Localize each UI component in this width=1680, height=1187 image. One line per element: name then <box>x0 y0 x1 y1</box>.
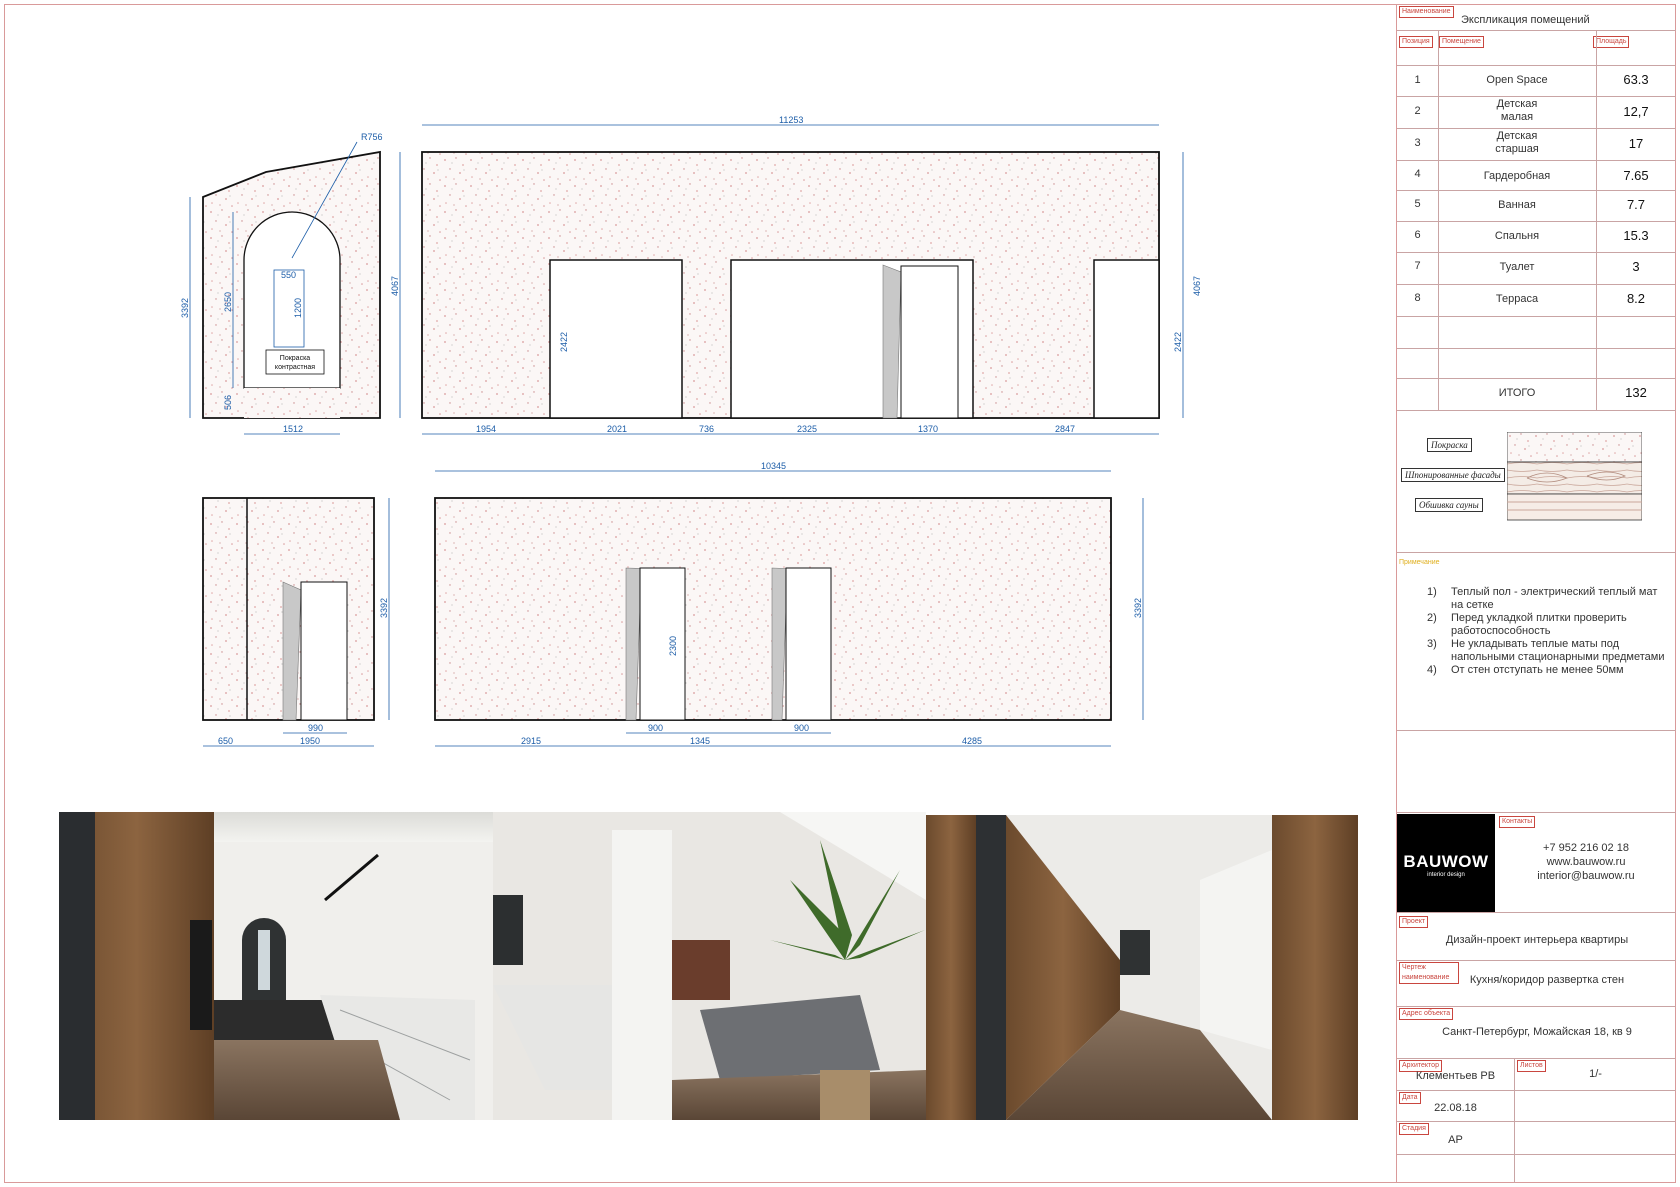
project-tag: Проект <box>1399 916 1429 928</box>
seg-dim-3: 736 <box>699 424 714 434</box>
contact-email: interior@bauwow.ru <box>1537 870 1635 882</box>
right-height-dim: 4067 <box>390 276 400 296</box>
elevation-drawing: R756 Покраска контрастная 3392 2650 550 … <box>59 115 1358 1120</box>
seg-dim-2: 2021 <box>607 424 627 434</box>
project-name: Дизайн-проект интерьера квартиры <box>1445 934 1629 946</box>
sheet-tag: Чертеж наименование <box>1399 962 1459 984</box>
col-position-header: Позиция <box>1399 36 1433 48</box>
arch-height-dim: 2650 <box>223 292 233 312</box>
elevation-corridor-wall: 10345 3392 2300 900 900 2915 1345 4285 <box>434 461 1144 747</box>
title-tag: Наименование <box>1399 6 1454 18</box>
small-seg-dim-1: 650 <box>218 736 233 746</box>
note-2: 2) Перед укладкой плитки проверить работо… <box>1427 612 1627 637</box>
paint-label-2: контрастная <box>275 364 315 371</box>
small-door-width-dim: 990 <box>308 723 323 733</box>
col-room-header: Помещение <box>1439 36 1484 48</box>
contact-phone: +7 952 216 02 18 <box>1543 842 1629 854</box>
corridor-door2-width-dim: 900 <box>794 723 809 733</box>
corridor-door-height-dim: 2300 <box>668 636 678 656</box>
render-photo-living <box>493 812 926 1120</box>
door-height-a-dim: 2422 <box>559 332 569 352</box>
left-height-dim: 3392 <box>180 298 190 318</box>
seg-dim-1: 1954 <box>476 424 496 434</box>
small-wall-height-dim: 3392 <box>379 598 389 618</box>
legend-paint: Покраска <box>1427 438 1472 452</box>
corridor-seg-dim-3: 1345 <box>690 736 710 746</box>
door-height-b-dim: 2422 <box>1173 332 1183 352</box>
address: Санкт-Петербург, Можайская 18, кв 9 <box>1442 1026 1632 1038</box>
corridor-total-dim: 10345 <box>761 461 786 471</box>
contact-website: www.bauwow.ru <box>1546 856 1626 868</box>
company-logo: BAUWOW interior design <box>1397 814 1495 912</box>
render-photo-kitchen <box>59 812 493 1120</box>
corridor-door1-width-dim: 900 <box>648 723 663 733</box>
corridor-seg-dim-5: 4285 <box>962 736 982 746</box>
legend-veneer: Шпонированные фасады <box>1401 468 1505 482</box>
seg-dim-6: 2847 <box>1055 424 1075 434</box>
legend-sauna: Обшивка сауны <box>1415 498 1483 512</box>
seg-dim-4: 2325 <box>797 424 817 434</box>
base-height-dim: 506 <box>223 395 233 410</box>
stage: АР <box>1448 1134 1463 1146</box>
arch-width-dim: 1512 <box>283 424 303 434</box>
seg-dim-5: 1370 <box>918 424 938 434</box>
note-4: 4) От стен отступать не менее 50мм <box>1427 664 1624 676</box>
render-photo-corridor <box>926 815 1358 1120</box>
contacts-tag: Контакты <box>1499 816 1536 828</box>
arch-radius-dim: R756 <box>361 132 383 142</box>
note-3: 3) Не укладывать теплые маты под напольны… <box>1427 638 1665 663</box>
title-block: Наименование Экспликация помещений Позиц… <box>1396 4 1676 1183</box>
legend-swatches <box>1507 432 1642 521</box>
address-tag: Адрес объекта <box>1399 1008 1454 1020</box>
small-seg-dim-2: 1950 <box>300 736 320 746</box>
sheet-name: Кухня/коридор развертка стен <box>1469 974 1625 986</box>
col-area-header: Площадь <box>1593 36 1630 48</box>
paint-label-1: Покраска <box>280 355 310 362</box>
elevation-long-wall: 11253 2422 4067 2422 1954 2021 736 2325 … <box>421 115 1202 435</box>
long-wall-total-dim: 11253 <box>779 115 803 125</box>
window-width-dim: 550 <box>281 270 296 280</box>
wall-height-right-dim: 4067 <box>1192 276 1202 296</box>
architect-name: Клементьев РВ <box>1415 1070 1496 1082</box>
notes-tag: Примечание <box>1399 559 1440 566</box>
note-1: 1) Теплый пол - электрический теплый мат … <box>1427 586 1658 611</box>
notes-list: 1) Теплый пол - электрический теплый мат … <box>1427 586 1667 677</box>
corridor-height-dim: 3392 <box>1133 598 1143 618</box>
date: 22.08.18 <box>1434 1102 1477 1114</box>
explication-title: Экспликация помещений <box>1461 14 1590 26</box>
window-height-dim: 1200 <box>293 298 303 318</box>
sheet-count: 1/- <box>1589 1068 1602 1080</box>
corridor-seg-dim-1: 2915 <box>521 736 541 746</box>
elevation-small-wall: 3392 990 650 1950 <box>202 497 390 747</box>
elevation-arch-wall: R756 Покраска контрастная 3392 2650 550 … <box>180 132 401 435</box>
